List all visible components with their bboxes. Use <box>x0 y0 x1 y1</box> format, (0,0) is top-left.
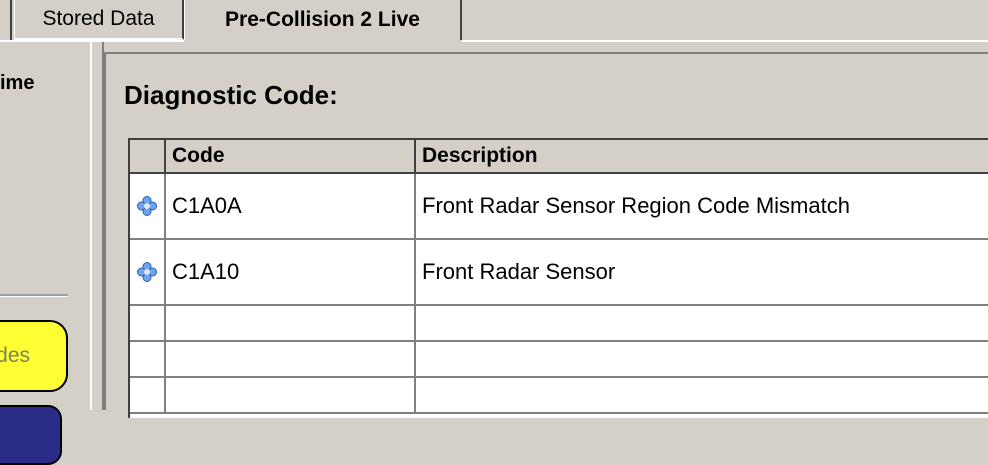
row-indicator <box>130 306 166 340</box>
codes-button-label: des <box>0 344 30 367</box>
row-description <box>416 378 988 412</box>
diagnostic-panel: Diagnostic Code: Code Description C1A0A … <box>104 52 988 418</box>
table-row[interactable] <box>130 306 988 342</box>
dtc-flower-icon <box>137 196 157 216</box>
row-description: Front Radar Sensor Region Code Mismatch <box>422 193 850 218</box>
table-header-description-label: Description <box>422 144 538 167</box>
row-description <box>416 306 988 340</box>
page-title: Diagnostic Code: <box>124 80 338 110</box>
tab-underline-right <box>462 40 988 42</box>
table-header-code-label: Code <box>172 144 225 167</box>
panel-splitter[interactable] <box>90 42 104 410</box>
table-row[interactable]: C1A10 Front Radar Sensor <box>130 240 988 306</box>
tab-pre-collision-live-label: Pre-Collision 2 Live <box>225 8 420 31</box>
row-code <box>166 342 416 376</box>
row-code <box>166 306 416 340</box>
dtc-flower-icon <box>137 262 157 282</box>
tab-pre-collision-live[interactable]: Pre-Collision 2 Live <box>184 0 462 40</box>
tab-stored-data-label: Stored Data <box>42 7 155 30</box>
table-header-corner <box>130 140 166 174</box>
row-description: Front Radar Sensor <box>422 259 616 284</box>
table-row[interactable]: C1A0A Front Radar Sensor Region Code Mis… <box>130 174 988 240</box>
table-header-description[interactable]: Description <box>416 140 988 174</box>
left-panel-separator <box>0 294 68 297</box>
bottom-button[interactable] <box>0 405 62 465</box>
codes-button[interactable]: des <box>0 320 68 392</box>
row-indicator <box>130 378 166 412</box>
tab-edge <box>10 0 12 40</box>
dtc-table: Code Description C1A0A Front Radar Senso… <box>128 138 988 418</box>
tab-bar: Stored Data Pre-Collision 2 Live <box>0 0 988 42</box>
row-code: C1A0A <box>166 174 416 238</box>
row-description <box>416 342 988 376</box>
table-header-code[interactable]: Code <box>166 140 416 174</box>
row-indicator <box>130 174 166 238</box>
table-row[interactable] <box>130 342 988 378</box>
table-row[interactable] <box>130 378 988 414</box>
row-code: C1A10 <box>166 240 416 304</box>
row-indicator <box>130 240 166 304</box>
left-panel: ime des <box>0 42 90 465</box>
tab-stored-data[interactable]: Stored Data <box>14 0 184 40</box>
left-panel-label: ime <box>0 72 35 94</box>
row-code <box>166 378 416 412</box>
row-indicator <box>130 342 166 376</box>
